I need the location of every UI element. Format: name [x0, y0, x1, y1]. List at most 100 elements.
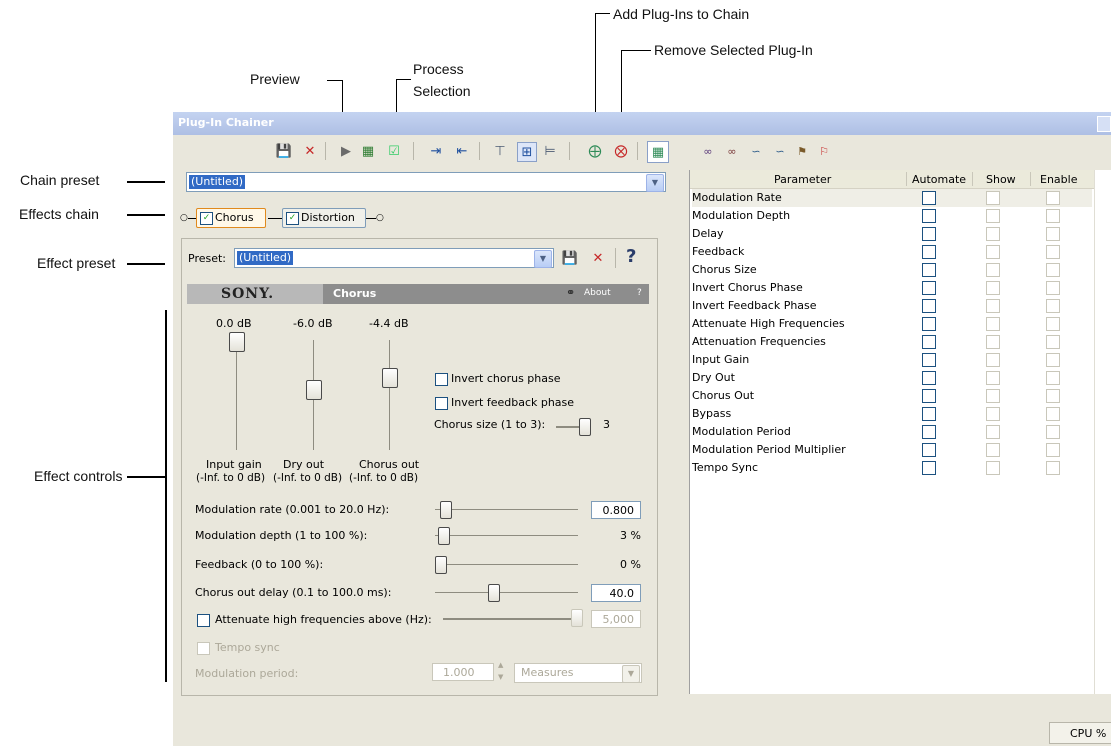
modulation-unit-combo[interactable]: Measures ▼ [514, 663, 642, 683]
flag-remove-icon[interactable]: ⚐ [815, 142, 833, 160]
automate-checkbox[interactable] [922, 353, 936, 367]
enable-checkbox[interactable] [1046, 209, 1060, 223]
table-row[interactable]: Modulation Period [692, 423, 1092, 441]
chevron-down-icon[interactable]: ▼ [646, 174, 664, 192]
invert-feedback-label[interactable]: Invert feedback phase [451, 396, 574, 409]
table-row[interactable]: Dry Out [692, 369, 1092, 387]
show-checkbox[interactable] [986, 443, 1000, 457]
table-row[interactable]: Modulation Depth [692, 207, 1092, 225]
show-checkbox[interactable] [986, 461, 1000, 475]
table-row[interactable]: Invert Feedback Phase [692, 297, 1092, 315]
automate-checkbox[interactable] [922, 389, 936, 403]
show-checkbox[interactable] [986, 299, 1000, 313]
automate-checkbox[interactable] [922, 191, 936, 205]
process-options-icon[interactable]: ☑ [385, 142, 403, 160]
automation-remove-icon[interactable]: ∞ [723, 142, 741, 160]
invert-chorus-checkbox[interactable] [435, 373, 448, 386]
envelope-add-icon[interactable]: ∽ [747, 142, 765, 160]
enable-checkbox[interactable] [1046, 281, 1060, 295]
chorus-size-slider-thumb[interactable] [579, 418, 591, 436]
automate-checkbox[interactable] [922, 281, 936, 295]
enable-checkbox[interactable] [1046, 263, 1060, 277]
tempo-sync-label[interactable]: Tempo sync [215, 641, 280, 654]
chain-item-chorus[interactable]: ✓ Chorus [196, 208, 266, 228]
save-preset-icon[interactable]: 💾 [561, 249, 579, 267]
param-slider-track[interactable] [435, 535, 578, 536]
param-slider-thumb[interactable] [488, 584, 501, 602]
distortion-enable-checkbox[interactable]: ✓ [286, 212, 299, 225]
plugin-help-button[interactable]: ? [637, 288, 642, 298]
show-checkbox[interactable] [986, 389, 1000, 403]
show-checkbox[interactable] [986, 263, 1000, 277]
add-plugin-icon[interactable]: ⨁ [586, 142, 604, 160]
effect-help-button[interactable]: ? [626, 246, 636, 267]
show-checkbox[interactable] [986, 281, 1000, 295]
enable-checkbox[interactable] [1046, 227, 1060, 241]
automate-checkbox[interactable] [922, 299, 936, 313]
chain-view-icon[interactable]: ▦ [647, 141, 669, 163]
chain-preset-combo[interactable]: (Untitled) ▼ [186, 172, 666, 192]
automate-checkbox[interactable] [922, 461, 936, 475]
param-slider-thumb[interactable] [440, 501, 453, 519]
show-checkbox[interactable] [986, 407, 1000, 421]
about-icon[interactable]: ⚭ [566, 286, 575, 299]
chain-item-distortion[interactable]: ✓ Distortion [282, 208, 366, 228]
header-automate[interactable]: Automate [912, 173, 966, 186]
invert-feedback-checkbox[interactable] [435, 397, 448, 410]
enable-checkbox[interactable] [1046, 407, 1060, 421]
param-slider-thumb[interactable] [437, 527, 450, 545]
process-selection-icon[interactable]: ▦ [359, 142, 377, 160]
show-checkbox[interactable] [986, 425, 1000, 439]
automate-checkbox[interactable] [922, 245, 936, 259]
enable-checkbox[interactable] [1046, 245, 1060, 259]
close-icon[interactable] [1097, 116, 1111, 132]
header-show[interactable]: Show [986, 173, 1016, 186]
enable-checkbox[interactable] [1046, 389, 1060, 403]
table-row[interactable]: Input Gain [692, 351, 1092, 369]
chorus-enable-checkbox[interactable]: ✓ [200, 212, 213, 225]
show-checkbox[interactable] [986, 317, 1000, 331]
table-row[interactable]: Attenuate High Frequencies [692, 315, 1092, 333]
automate-checkbox[interactable] [922, 227, 936, 241]
enable-checkbox[interactable] [1046, 443, 1060, 457]
attenuate-slider-track[interactable] [443, 618, 579, 620]
effect-preset-combo[interactable]: (Untitled) ▼ [234, 248, 554, 268]
param-value[interactable]: 40.0 [591, 584, 641, 602]
spin-up-icon[interactable]: ▲ [498, 661, 503, 669]
delete-preset-icon[interactable]: ✕ [589, 249, 607, 267]
automate-checkbox[interactable] [922, 371, 936, 385]
attenuate-checkbox[interactable] [197, 614, 210, 627]
table-row[interactable]: Attenuation Frequencies [692, 333, 1092, 351]
table-row[interactable]: Modulation Period Multiplier [692, 441, 1092, 459]
enable-checkbox[interactable] [1046, 191, 1060, 205]
delete-chain-icon[interactable]: ✕ [301, 142, 319, 160]
table-row[interactable]: Chorus Size [692, 261, 1092, 279]
show-checkbox[interactable] [986, 335, 1000, 349]
move-left-icon[interactable]: ⇥ [427, 142, 445, 160]
scrollbar[interactable] [1094, 170, 1095, 694]
automate-checkbox[interactable] [922, 425, 936, 439]
show-checkbox[interactable] [986, 245, 1000, 259]
move-right-icon[interactable]: ⇤ [453, 142, 471, 160]
show-checkbox[interactable] [986, 353, 1000, 367]
automate-checkbox[interactable] [922, 317, 936, 331]
table-row[interactable]: Feedback [692, 243, 1092, 261]
bypass-icon[interactable]: ⊤ [491, 142, 509, 160]
spin-down-icon[interactable]: ▼ [498, 673, 503, 681]
automate-checkbox[interactable] [922, 443, 936, 457]
param-slider-track[interactable] [435, 564, 578, 565]
header-parameter[interactable]: Parameter [774, 173, 831, 186]
save-chain-icon[interactable]: 💾 [275, 142, 293, 160]
param-value[interactable]: 0.800 [591, 501, 641, 519]
vslider-thumb[interactable] [306, 380, 322, 400]
param-slider-thumb[interactable] [435, 556, 447, 574]
chevron-down-icon[interactable]: ▼ [622, 665, 640, 683]
param-slider-track[interactable] [435, 592, 578, 593]
table-row[interactable]: Chorus Out [692, 387, 1092, 405]
enable-checkbox[interactable] [1046, 425, 1060, 439]
envelope-icon[interactable]: ⊨ [541, 142, 559, 160]
enable-checkbox[interactable] [1046, 353, 1060, 367]
table-row[interactable]: Invert Chorus Phase [692, 279, 1092, 297]
envelope-remove-icon[interactable]: ∽ [771, 142, 789, 160]
remove-plugin-icon[interactable]: ⨂ [612, 142, 630, 160]
